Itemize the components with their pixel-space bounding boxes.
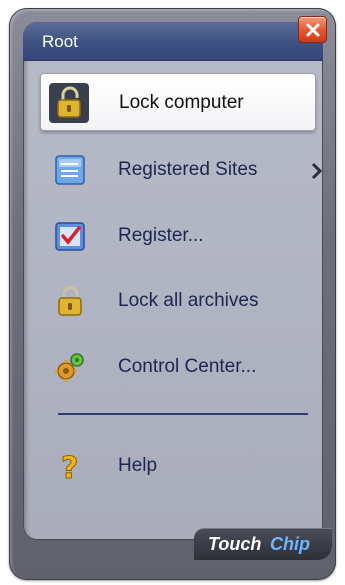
lock-icon — [49, 83, 89, 123]
menu-item-help[interactable]: ? Help — [40, 437, 316, 495]
menu-divider — [58, 413, 308, 415]
close-icon — [305, 22, 321, 38]
menu-item-label: Register... — [118, 226, 204, 246]
menu-item-label: Help — [118, 456, 157, 476]
menu-item-register[interactable]: Register... — [40, 207, 316, 265]
sites-list-icon — [52, 152, 88, 188]
register-check-icon — [52, 218, 88, 254]
menu-item-registered-sites[interactable]: Registered Sites — [40, 141, 316, 199]
menu-item-label: Registered Sites — [118, 160, 257, 180]
menu-item-label: Lock computer — [119, 93, 244, 113]
logo-text-touch: Touch — [208, 535, 261, 553]
menu-item-label: Lock all archives — [118, 291, 258, 311]
close-button[interactable] — [298, 16, 327, 43]
question-icon: ? — [52, 448, 88, 484]
title-bar[interactable]: Root — [23, 22, 323, 61]
menu-item-control-center[interactable]: Control Center... — [40, 338, 316, 396]
window-title: Root — [42, 33, 78, 51]
logo-text-chip: Chip — [270, 535, 310, 553]
svg-text:?: ? — [61, 451, 78, 484]
chevron-right-icon — [310, 161, 324, 181]
menu-item-lock-computer[interactable]: Lock computer — [40, 73, 316, 131]
control-center-icon — [52, 349, 88, 385]
lock-icon — [52, 283, 88, 319]
menu-item-label: Control Center... — [118, 357, 256, 377]
menu-item-lock-all-archives[interactable]: Lock all archives — [40, 272, 316, 330]
touchchip-logo: Touch Chip — [194, 528, 332, 560]
